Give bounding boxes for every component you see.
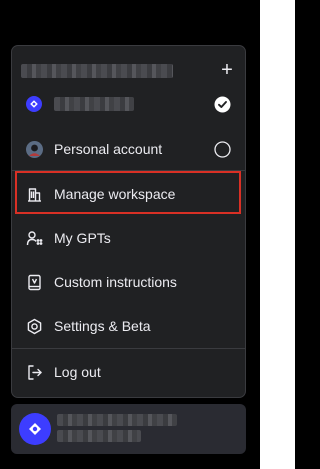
- blurred-workspace-name: [54, 97, 134, 111]
- account-switcher-button[interactable]: [11, 404, 246, 454]
- check-circle-icon: [213, 95, 231, 113]
- my-gpts-label: My GPTs: [54, 230, 111, 246]
- log-out-label: Log out: [54, 364, 101, 380]
- personal-avatar-icon: [25, 140, 43, 158]
- custom-instructions-label: Custom instructions: [54, 274, 177, 290]
- blurred-email: [21, 64, 173, 78]
- add-account-button[interactable]: +: [216, 59, 238, 81]
- personal-account-label: Personal account: [54, 141, 163, 157]
- blurred-account-name: [57, 414, 177, 426]
- right-panel: [260, 0, 295, 469]
- custom-instructions-item[interactable]: Custom instructions: [12, 260, 245, 304]
- settings-beta-item[interactable]: Settings & Beta: [12, 304, 245, 348]
- diamond-avatar-icon: [25, 95, 43, 113]
- settings-beta-label: Settings & Beta: [54, 318, 151, 334]
- account-menu: + Personal account Manage workspace My G…: [11, 45, 246, 398]
- blurred-account-subtitle: [57, 430, 141, 442]
- plus-icon: +: [221, 59, 233, 81]
- diamond-avatar-icon: [19, 413, 51, 445]
- gear-icon: [25, 317, 43, 335]
- highlight-box: [15, 171, 241, 214]
- my-gpts-item[interactable]: My GPTs: [12, 216, 245, 260]
- gpts-icon: [25, 229, 43, 247]
- radio-empty-icon: [213, 140, 231, 158]
- workspace-row[interactable]: [12, 82, 245, 126]
- log-out-icon: [25, 363, 43, 381]
- personal-account-row[interactable]: Personal account: [12, 127, 245, 171]
- log-out-item[interactable]: Log out: [12, 350, 245, 394]
- menu-divider: [12, 348, 245, 349]
- document-icon: [25, 273, 43, 291]
